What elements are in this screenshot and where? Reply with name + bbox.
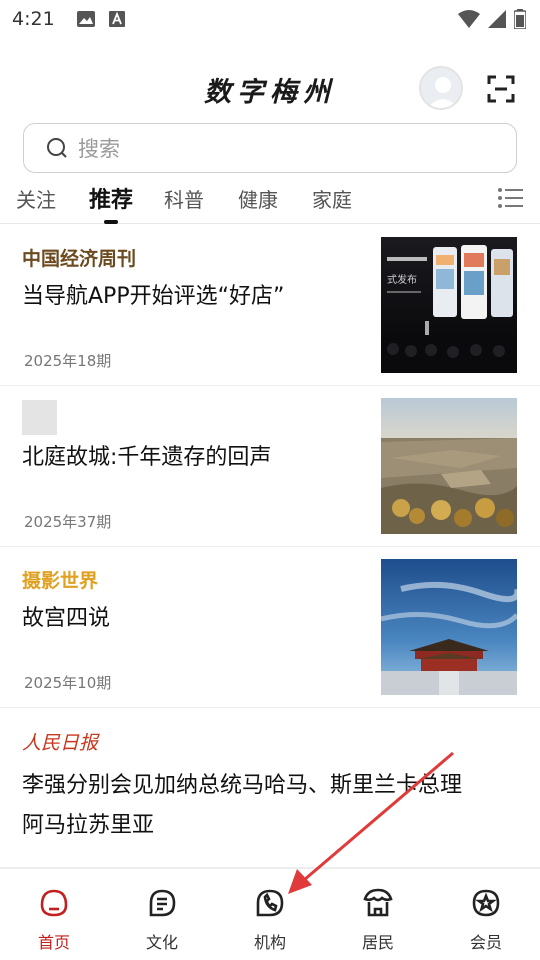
tab-science[interactable]: 科普 bbox=[164, 184, 204, 213]
tab-menu-icon[interactable] bbox=[497, 186, 523, 210]
status-bar: 4:21 bbox=[0, 0, 540, 38]
nav-home[interactable]: 首页 bbox=[0, 869, 108, 960]
list-item[interactable]: 北庭故城:千年遗存的回声 2025年37期 bbox=[0, 386, 540, 547]
star-badge-icon bbox=[472, 889, 500, 917]
ancient-ruins-image bbox=[381, 398, 517, 534]
stage-phones-image: 式发布 bbox=[381, 237, 517, 373]
scan-button[interactable] bbox=[486, 74, 516, 104]
thumbnail-caption: 式发布 bbox=[387, 273, 417, 286]
nav-label: 文化 bbox=[145, 933, 178, 952]
card-thumbnail: 式发布 bbox=[381, 237, 517, 373]
tab-recommend[interactable]: 推荐 bbox=[89, 182, 133, 214]
card-thumbnail bbox=[381, 398, 517, 534]
nav-resident[interactable]: 居民 bbox=[324, 869, 432, 960]
document-icon bbox=[149, 889, 176, 917]
nav-label: 会员 bbox=[469, 933, 502, 952]
wifi-icon bbox=[458, 10, 480, 28]
active-tab-indicator bbox=[104, 220, 118, 224]
bottom-nav: 首页 文化 机构 居民 会员 bbox=[0, 868, 540, 960]
search-icon bbox=[47, 138, 67, 158]
card-thumbnail bbox=[381, 559, 517, 695]
card-date: 2025年18期 bbox=[24, 352, 112, 370]
app-header: 数字梅州 bbox=[0, 60, 540, 118]
nav-label: 居民 bbox=[361, 933, 394, 952]
gallery-icon bbox=[76, 11, 95, 27]
nav-label: 首页 bbox=[37, 933, 70, 952]
nav-label: 机构 bbox=[253, 933, 286, 952]
resident-icon bbox=[363, 888, 393, 917]
card-title: 故宫四说 bbox=[22, 606, 111, 631]
card-title: 北庭故城:千年遗存的回声 bbox=[22, 445, 272, 470]
status-time: 4:21 bbox=[12, 8, 55, 30]
scan-icon bbox=[487, 75, 515, 103]
source-logo-placeholder bbox=[22, 400, 57, 435]
list-item[interactable]: 中国经济周刊 当导航APP开始评选“好店” 2025年18期 式发布 bbox=[0, 225, 540, 386]
card-title: 当导航APP开始评选“好店” bbox=[22, 284, 285, 309]
card-date: 2025年37期 bbox=[24, 513, 112, 531]
nav-member[interactable]: 会员 bbox=[432, 869, 540, 960]
list-item[interactable]: 人民日报 李强分别会见加纳总统马哈马、斯里兰卡总理 阿马拉苏里亚 bbox=[0, 708, 540, 868]
tab-family[interactable]: 家庭 bbox=[312, 184, 352, 213]
card-date: 2025年10期 bbox=[24, 674, 112, 692]
card-title-line-1: 李强分别会见加纳总统马哈马、斯里兰卡总理 bbox=[22, 773, 463, 798]
nav-culture[interactable]: 文化 bbox=[108, 869, 216, 960]
nav-institution[interactable]: 机构 bbox=[216, 869, 324, 960]
avatar[interactable] bbox=[419, 66, 463, 110]
card-title-line-2: 阿马拉苏里亚 bbox=[22, 813, 155, 838]
tab-health[interactable]: 健康 bbox=[238, 184, 278, 213]
list-item[interactable]: 摄影世界 故宫四说 2025年10期 bbox=[0, 547, 540, 708]
forbidden-city-image bbox=[381, 559, 517, 695]
battery-icon bbox=[514, 9, 526, 29]
phone-icon bbox=[256, 889, 284, 917]
category-tabs: 关注 推荐 科普 健康 家庭 bbox=[0, 174, 540, 224]
card-source: 中国经济周刊 bbox=[22, 248, 137, 270]
search-placeholder: 搜索 bbox=[78, 137, 120, 161]
card-source: 摄影世界 bbox=[22, 570, 99, 592]
search-input[interactable]: 搜索 bbox=[23, 123, 517, 173]
home-icon bbox=[40, 889, 68, 917]
tab-follow[interactable]: 关注 bbox=[16, 184, 56, 213]
signal-icon bbox=[488, 10, 506, 28]
card-source: 人民日报 bbox=[22, 732, 99, 754]
font-a-icon bbox=[108, 11, 125, 27]
